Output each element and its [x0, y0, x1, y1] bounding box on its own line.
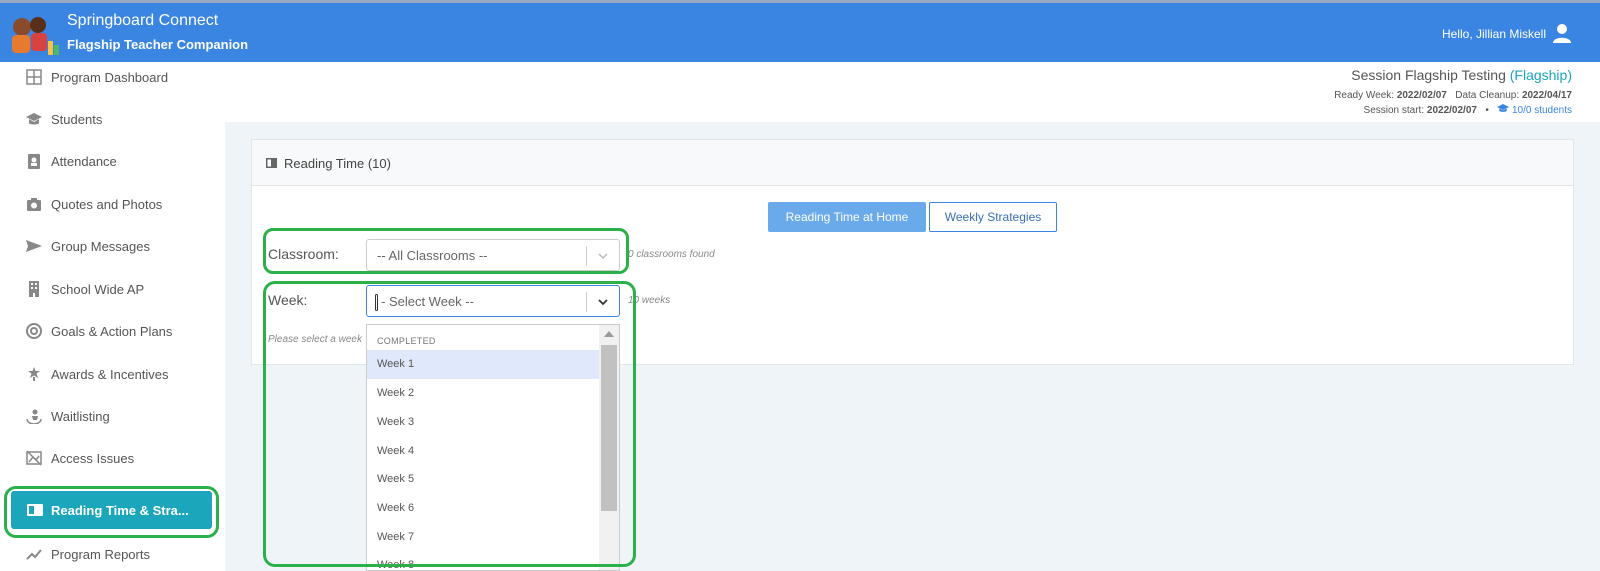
student-count[interactable]: 10/0 students: [1497, 104, 1572, 116]
user-icon[interactable]: [1552, 23, 1572, 43]
sidebar-item-label: Attendance: [51, 154, 117, 169]
sidebar-item-quotes-and-photos[interactable]: Quotes and Photos: [0, 189, 225, 219]
sidebar-item-label: Students: [51, 112, 103, 127]
trophy-icon: [28, 367, 40, 381]
session-dates: Ready Week: 2022/02/07 Data Cleanup: 202…: [1334, 90, 1572, 101]
sidebar-item-access-issues[interactable]: Access Issues: [0, 443, 225, 473]
reading-time-at-home-button[interactable]: Reading Time at Home: [768, 202, 926, 232]
sidebar-item-label: Group Messages: [51, 239, 150, 254]
no-image-icon: [26, 450, 42, 466]
sidebar-item-school-wide-ap[interactable]: School Wide AP: [0, 274, 225, 304]
separator-dot: •: [1485, 105, 1489, 116]
trend-line-icon: [26, 549, 42, 560]
camera-icon: [27, 198, 41, 211]
logo-icon: [12, 17, 59, 55]
book-icon: [266, 158, 277, 168]
session-name: Session Flagship Testing: [1351, 67, 1506, 83]
target-icon: [26, 323, 42, 339]
sidebar-item-label: Program Reports: [51, 547, 150, 562]
highlight-outline-classroom: [263, 228, 629, 274]
sidebar-item-label: Program Dashboard: [51, 70, 169, 85]
sidebar-item-program-reports[interactable]: Program Reports: [0, 539, 225, 569]
data-cleanup-label: Data Cleanup:: [1455, 90, 1520, 101]
ready-week-label: Ready Week:: [1334, 90, 1395, 101]
sidebar-item-attendance[interactable]: Attendance: [0, 146, 225, 176]
paper-plane-icon: [26, 240, 42, 252]
student-count-text: 10/0 students: [1511, 105, 1572, 116]
session-start-value: 2022/02/07: [1426, 105, 1477, 116]
sidebar-item-awards-incentives[interactable]: Awards & Incentives: [0, 359, 225, 389]
highlight-outline-week: [263, 281, 636, 567]
sidebar-item-program-dashboard[interactable]: Program Dashboard: [0, 62, 225, 92]
graduation-cap-icon: [26, 113, 42, 125]
card-title: Reading Time (10): [284, 156, 391, 171]
top-bar: Springboard Connect Flagship Teacher Com…: [0, 0, 1600, 62]
building-icon: [29, 281, 39, 297]
user-greeting[interactable]: Hello, Jillian Miskell: [1442, 27, 1546, 41]
sidebar-item-students[interactable]: Students: [0, 104, 225, 134]
sidebar-item-label: Quotes and Photos: [51, 197, 163, 212]
sidebar-item-label: Awards & Incentives: [51, 367, 169, 382]
sidebar-item-label: School Wide AP: [51, 282, 145, 297]
classroom-count-hint: 0 classrooms found: [628, 249, 715, 260]
id-badge-icon: [28, 154, 40, 169]
sidebar-item-waitlisting[interactable]: Waitlisting: [0, 401, 225, 431]
sidebar-item-goals-action-plans[interactable]: Goals & Action Plans: [0, 316, 225, 346]
grid-icon: [26, 69, 42, 85]
ready-week-value: 2022/02/07: [1396, 90, 1447, 101]
graduation-cap-icon: [1497, 104, 1510, 112]
data-cleanup-value: 2022/04/17: [1521, 90, 1572, 101]
session-title: Session Flagship Testing (Flagship): [1351, 67, 1572, 83]
session-info: Session Flagship Testing (Flagship) Read…: [225, 62, 1600, 122]
sidebar-item-label: Access Issues: [51, 451, 135, 466]
app-subtitle: Flagship Teacher Companion: [67, 37, 249, 52]
sidebar-item-label: Goals & Action Plans: [51, 324, 173, 339]
session-type: (Flagship): [1509, 67, 1572, 83]
sidebar-item-label: Waitlisting: [51, 409, 110, 424]
person-rotate-icon: [26, 409, 42, 424]
card-header: Reading Time (10): [252, 140, 1573, 186]
weekly-strategies-button[interactable]: Weekly Strategies: [929, 202, 1057, 232]
session-start-label: Session start:: [1363, 105, 1425, 116]
app-title: Springboard Connect: [67, 12, 219, 29]
sidebar-item-group-messages[interactable]: Group Messages: [0, 231, 225, 261]
session-start-row: Session start: 2022/02/07 • 10/0 student…: [1364, 104, 1572, 116]
highlight-outline-nav: [4, 486, 219, 538]
